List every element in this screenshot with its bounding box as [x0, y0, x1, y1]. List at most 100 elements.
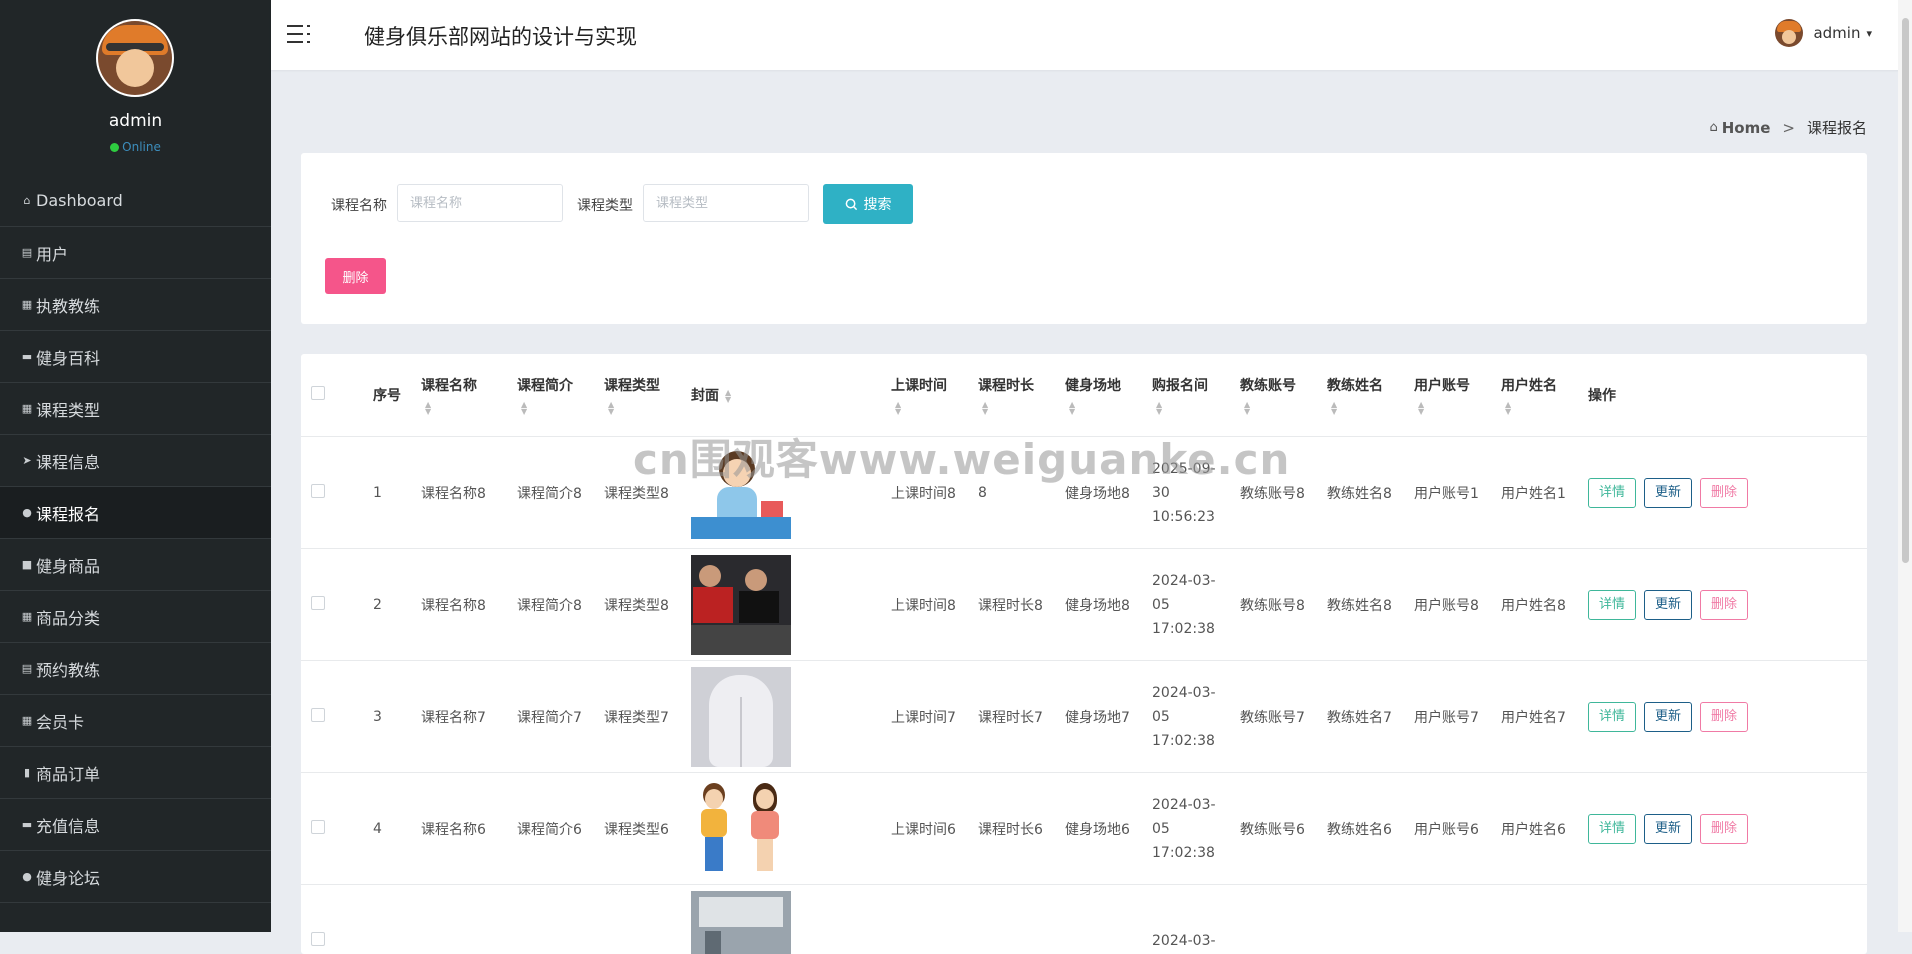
cell-signup: 2025-09-30 10:56:23	[1144, 437, 1232, 549]
course-type-input[interactable]	[643, 184, 809, 222]
cell-coach-acct: 教练账号8	[1232, 549, 1319, 661]
sidebar-item-8[interactable]: ▦商品分类	[0, 591, 271, 643]
cell-intro: 课程简介7	[509, 661, 596, 773]
sort-icon[interactable]: ▲▼	[1244, 401, 1311, 415]
search-button[interactable]: 搜索	[823, 184, 913, 224]
cell-venue: 健身场地8	[1057, 437, 1144, 549]
col-course-intro[interactable]: 课程简介 ▲▼	[509, 354, 596, 437]
cell-coach-acct: 教练账号7	[1232, 661, 1319, 773]
row-checkbox[interactable]	[311, 932, 325, 946]
breadcrumb-home[interactable]: Home	[1722, 119, 1771, 137]
sidebar-item-9[interactable]: ▤预约教练	[0, 643, 271, 695]
online-status: Online	[0, 140, 271, 154]
sort-icon[interactable]: ▲▼	[725, 389, 731, 403]
sort-icon[interactable]: ▲▼	[895, 401, 962, 415]
delete-button[interactable]: 删除	[1700, 702, 1748, 732]
sort-icon[interactable]: ▲▼	[1156, 401, 1224, 415]
row-checkbox[interactable]	[311, 708, 325, 722]
col-course-name[interactable]: 课程名称▲▼	[413, 354, 509, 437]
cell-coach-name: 教练姓名6	[1319, 773, 1406, 885]
col-class-time[interactable]: 上课时间▲▼	[883, 354, 970, 437]
delete-button[interactable]: 删除	[1700, 590, 1748, 620]
col-course-intro-label: 课程简介	[517, 378, 573, 394]
user-menu[interactable]: admin ▾	[1775, 19, 1872, 47]
update-button[interactable]: 更新	[1644, 478, 1692, 508]
cell-coach-acct	[1232, 885, 1319, 954]
course-type-label: 课程类型	[577, 195, 633, 215]
col-coach-account[interactable]: 教练账号▲▼	[1232, 354, 1319, 437]
sidebar-item-3[interactable]: ▬健身百科	[0, 331, 271, 383]
sidebar-item-1[interactable]: ▤用户	[0, 227, 271, 279]
cover-image	[691, 779, 791, 879]
col-signup-time[interactable]: 购报名间 ▲▼	[1144, 354, 1232, 437]
col-venue[interactable]: 健身场地▲▼	[1057, 354, 1144, 437]
clipboard-icon: ▤	[20, 246, 34, 259]
delete-button[interactable]: 删除	[1700, 814, 1748, 844]
sort-icon[interactable]: ▲▼	[608, 401, 675, 415]
user-icon: ●	[20, 870, 34, 883]
select-all-checkbox[interactable]	[311, 386, 325, 400]
row-checkbox[interactable]	[311, 596, 325, 610]
detail-button[interactable]: 详情	[1588, 590, 1636, 620]
update-button[interactable]: 更新	[1644, 590, 1692, 620]
sidebar-item-0[interactable]: ⌂Dashboard	[0, 175, 271, 227]
course-name-label: 课程名称	[331, 195, 387, 215]
cell-user-acct: 用户账号7	[1406, 661, 1493, 773]
sort-icon[interactable]: ▲▼	[521, 401, 588, 415]
sort-icon[interactable]: ▲▼	[982, 401, 1049, 415]
batch-delete-button[interactable]: 删除	[325, 258, 386, 294]
col-cover[interactable]: 封面▲▼	[683, 354, 883, 437]
course-name-input[interactable]	[397, 184, 563, 222]
col-signup-time-label: 购报名间	[1152, 378, 1208, 394]
cell-name: 课程名称8	[413, 437, 509, 549]
cell-intro: 课程简介6	[509, 773, 596, 885]
sidebar-avatar	[96, 19, 174, 97]
detail-button[interactable]: 详情	[1588, 478, 1636, 508]
sidebar-item-label: 用户	[36, 241, 68, 265]
sidebar-item-10[interactable]: ▦会员卡	[0, 695, 271, 747]
col-user-account[interactable]: 用户账号▲▼	[1406, 354, 1493, 437]
site-title: 健身俱乐部网站的设计与实现	[364, 21, 637, 51]
cell-venue	[1057, 885, 1144, 954]
row-checkbox[interactable]	[311, 484, 325, 498]
sidebar-item-2[interactable]: ▦执教教练	[0, 279, 271, 331]
table-row: 3课程名称7课程简介7课程类型7上课时间7课程时长7健身场地72024-03-0…	[301, 661, 1867, 773]
menu-toggle-icon[interactable]	[287, 22, 311, 46]
cell-coach-acct: 教练账号8	[1232, 437, 1319, 549]
sort-icon[interactable]: ▲▼	[1505, 401, 1572, 415]
sidebar-item-13[interactable]: ●健身论坛	[0, 851, 271, 903]
sort-icon[interactable]: ▲▼	[425, 401, 501, 415]
sort-icon[interactable]: ▲▼	[1069, 401, 1136, 415]
detail-button[interactable]: 详情	[1588, 702, 1636, 732]
sidebar-item-6[interactable]: ●课程报名	[0, 487, 271, 539]
sidebar-item-label: 健身论坛	[36, 865, 100, 889]
sidebar-item-label: 课程类型	[36, 397, 100, 421]
col-coach-name[interactable]: 教练姓名 ▲▼	[1319, 354, 1406, 437]
cell-duration: 课程时长8	[970, 549, 1057, 661]
update-button[interactable]: 更新	[1644, 814, 1692, 844]
cell-no: 3	[365, 661, 413, 773]
col-user-name[interactable]: 用户姓名▲▼	[1493, 354, 1580, 437]
cell-no: 1	[365, 437, 413, 549]
col-course-type[interactable]: 课程类型▲▼	[596, 354, 683, 437]
sidebar-item-4[interactable]: ▦课程类型	[0, 383, 271, 435]
detail-button[interactable]: 详情	[1588, 814, 1636, 844]
page-scrollbar[interactable]	[1898, 0, 1912, 932]
sort-icon[interactable]: ▲▼	[1331, 401, 1398, 415]
update-button[interactable]: 更新	[1644, 702, 1692, 732]
cover-image	[691, 555, 791, 655]
row-checkbox[interactable]	[311, 820, 325, 834]
delete-button[interactable]: 删除	[1700, 478, 1748, 508]
chevron-down-icon: ▾	[1866, 27, 1872, 40]
sort-icon[interactable]: ▲▼	[1418, 401, 1485, 415]
table-row: 2024-03-	[301, 885, 1867, 954]
sidebar-item-5[interactable]: ➤课程信息	[0, 435, 271, 487]
scrollbar-thumb[interactable]	[1902, 18, 1909, 563]
sidebar-item-12[interactable]: ▬充值信息	[0, 799, 271, 851]
col-coach-name-label: 教练姓名	[1327, 378, 1383, 394]
cell-time: 上课时间8	[883, 549, 970, 661]
sidebar-item-11[interactable]: ▮商品订单	[0, 747, 271, 799]
sidebar-item-7[interactable]: ■健身商品	[0, 539, 271, 591]
sidebar-item-label: Dashboard	[36, 191, 123, 210]
col-duration[interactable]: 课程时长▲▼	[970, 354, 1057, 437]
